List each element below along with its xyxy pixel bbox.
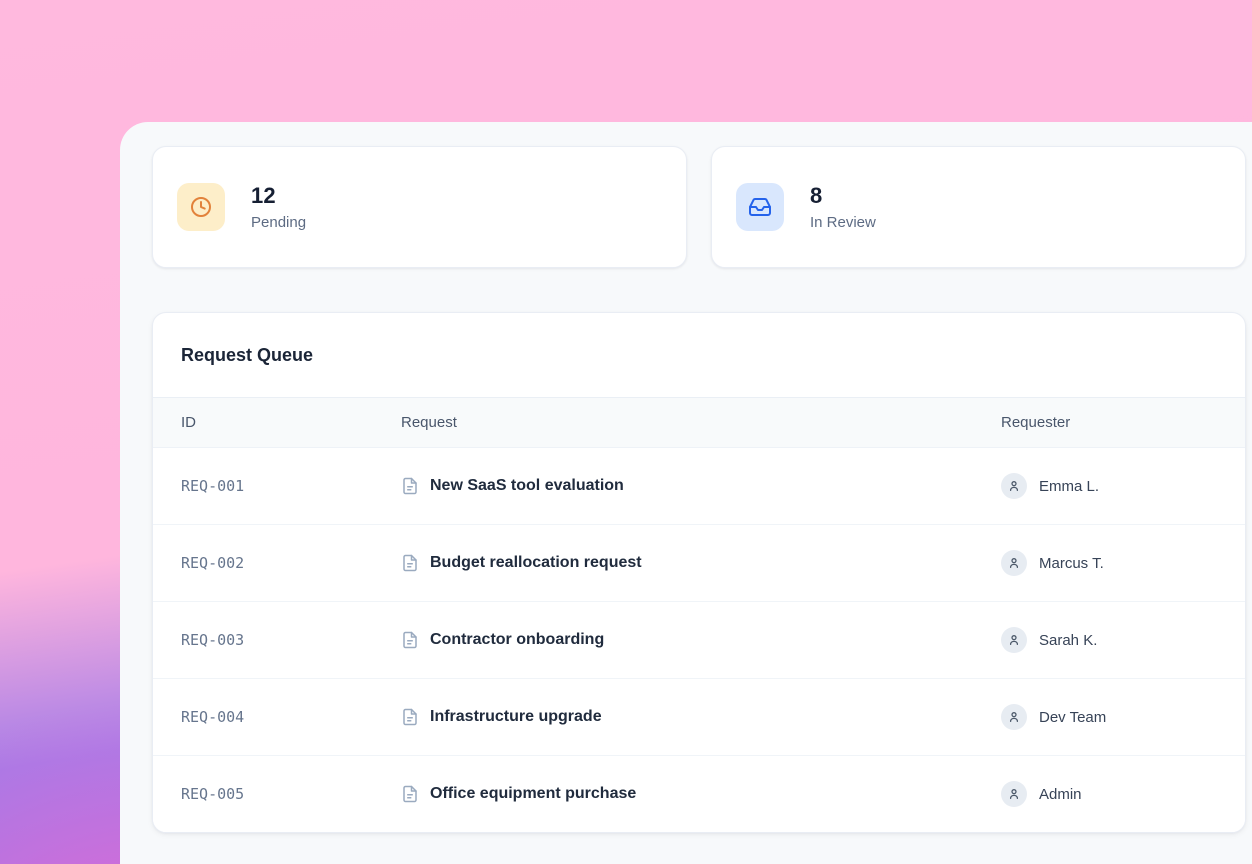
avatar bbox=[1001, 627, 1027, 653]
requester-name: Dev Team bbox=[1039, 709, 1106, 726]
table-row[interactable]: REQ-005 Office equipment purchase Admin bbox=[153, 756, 1245, 832]
requester-name: Emma L. bbox=[1039, 478, 1099, 495]
request-title: Infrastructure upgrade bbox=[430, 708, 602, 726]
clock-icon bbox=[177, 183, 225, 231]
file-text-icon bbox=[401, 554, 419, 572]
stat-text: 8 In Review bbox=[810, 182, 876, 233]
request-id: REQ-004 bbox=[181, 708, 401, 726]
request-cell: Budget reallocation request bbox=[401, 554, 1001, 572]
column-header-requester: Requester bbox=[1001, 414, 1245, 431]
stat-text: 12 Pending bbox=[251, 182, 306, 233]
file-text-icon bbox=[401, 477, 419, 495]
column-header-id: ID bbox=[181, 414, 401, 431]
avatar bbox=[1001, 473, 1027, 499]
main-panel: 12 Pending 8 In Review bbox=[120, 122, 1252, 864]
request-id: REQ-002 bbox=[181, 554, 401, 572]
pending-count: 12 bbox=[251, 182, 306, 210]
requester-cell: Emma L. bbox=[1001, 473, 1245, 499]
stats-row: 12 Pending 8 In Review bbox=[152, 146, 1246, 268]
requester-name: Sarah K. bbox=[1039, 632, 1097, 649]
avatar bbox=[1001, 550, 1027, 576]
avatar bbox=[1001, 704, 1027, 730]
requester-cell: Marcus T. bbox=[1001, 550, 1245, 576]
avatar bbox=[1001, 781, 1027, 807]
app-background: 12 Pending 8 In Review bbox=[0, 0, 1252, 864]
request-title: Contractor onboarding bbox=[430, 631, 604, 649]
file-text-icon bbox=[401, 708, 419, 726]
request-id: REQ-005 bbox=[181, 785, 401, 803]
requester-name: Marcus T. bbox=[1039, 555, 1104, 572]
request-id: REQ-003 bbox=[181, 631, 401, 649]
queue-title-bar: Request Queue bbox=[153, 313, 1245, 398]
queue-title: Request Queue bbox=[181, 345, 313, 366]
table-row[interactable]: REQ-004 Infrastructure upgrade Dev Team bbox=[153, 679, 1245, 756]
table-body: REQ-001 New SaaS tool evaluation Emma L. bbox=[153, 448, 1245, 832]
requester-cell: Admin bbox=[1001, 781, 1245, 807]
requester-cell: Sarah K. bbox=[1001, 627, 1245, 653]
requester-name: Admin bbox=[1039, 786, 1082, 803]
request-title: Budget reallocation request bbox=[430, 554, 642, 572]
requester-cell: Dev Team bbox=[1001, 704, 1245, 730]
request-cell: Infrastructure upgrade bbox=[401, 708, 1001, 726]
file-text-icon bbox=[401, 631, 419, 649]
inbox-icon bbox=[736, 183, 784, 231]
pending-label: Pending bbox=[251, 212, 306, 233]
request-cell: Office equipment purchase bbox=[401, 785, 1001, 803]
table-row[interactable]: REQ-002 Budget reallocation request Marc… bbox=[153, 525, 1245, 602]
column-header-request: Request bbox=[401, 414, 1001, 431]
request-queue-card: Request Queue ID Request Requester REQ-0… bbox=[152, 312, 1246, 833]
request-cell: New SaaS tool evaluation bbox=[401, 477, 1001, 495]
stat-card-in-review: 8 In Review bbox=[711, 146, 1246, 268]
in-review-count: 8 bbox=[810, 182, 876, 210]
file-text-icon bbox=[401, 785, 419, 803]
stat-card-pending: 12 Pending bbox=[152, 146, 687, 268]
table-header-row: ID Request Requester bbox=[153, 398, 1245, 448]
table-row[interactable]: REQ-001 New SaaS tool evaluation Emma L. bbox=[153, 448, 1245, 525]
table-row[interactable]: REQ-003 Contractor onboarding Sarah K. bbox=[153, 602, 1245, 679]
request-title: Office equipment purchase bbox=[430, 785, 636, 803]
request-cell: Contractor onboarding bbox=[401, 631, 1001, 649]
request-title: New SaaS tool evaluation bbox=[430, 477, 624, 495]
request-id: REQ-001 bbox=[181, 477, 401, 495]
in-review-label: In Review bbox=[810, 212, 876, 233]
